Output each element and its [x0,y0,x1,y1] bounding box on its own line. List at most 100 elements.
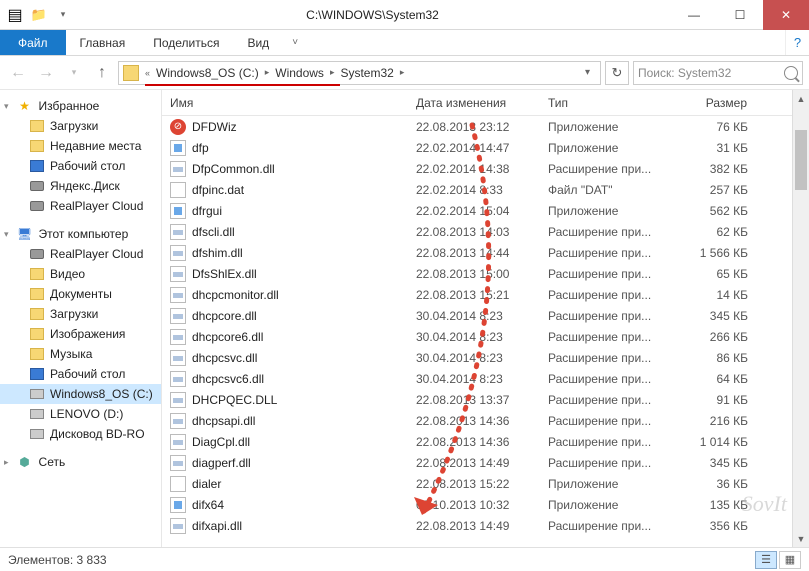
file-date: 22.08.2013 14:44 [408,246,540,260]
sidebar-computer-header[interactable]: ▾ 🖥 Этот компьютер [0,224,161,244]
file-row[interactable]: dfrgui22.02.2014 15:04Приложение562 КБ [162,200,809,221]
sidebar-item[interactable]: LENOVO (D:) [0,404,161,424]
refresh-button[interactable]: ↻ [605,61,629,85]
sidebar-item[interactable]: Яндекс.Диск [0,176,161,196]
qat-dropdown-icon[interactable]: ▾ [52,4,74,26]
file-row[interactable]: difxapi.dll22.08.2013 14:49Расширение пр… [162,515,809,536]
file-size: 135 КБ [668,498,760,512]
sidebar-network-header[interactable]: ▸ ⬢ Сеть [0,452,161,472]
file-icon [170,245,186,261]
file-name: dhcpcsvc.dll [192,351,257,365]
vertical-scrollbar[interactable]: ▲ ▼ [792,90,809,547]
scroll-down-icon[interactable]: ▼ [793,530,809,547]
file-row[interactable]: dhcpcore.dll30.04.2014 8:23Расширение пр… [162,305,809,326]
qat-properties-icon[interactable]: ▤ [4,4,26,26]
sidebar-item[interactable]: Windows8_OS (C:) [0,384,161,404]
file-row[interactable]: dhcpsapi.dll22.08.2013 14:36Расширение п… [162,410,809,431]
breadcrumb-windows[interactable]: Windows [271,66,328,80]
file-date: 22.02.2014 8:33 [408,183,540,197]
close-button[interactable]: ✕ [763,0,809,30]
sidebar-item[interactable]: Дисковод BD-RO [0,424,161,444]
file-size: 266 КБ [668,330,760,344]
file-row[interactable]: dhcpcmonitor.dll22.08.2013 15:21Расширен… [162,284,809,305]
file-size: 91 КБ [668,393,760,407]
file-icon [170,434,186,450]
file-row[interactable]: DiagCpl.dll22.08.2013 14:36Расширение пр… [162,431,809,452]
view-details-button[interactable]: ☰ [755,551,777,569]
maximize-button[interactable]: ☐ [717,0,763,30]
fold-icon [30,140,44,152]
sidebar-item[interactable]: Загрузки [0,116,161,136]
file-row[interactable]: ⊘DFDWiz22.08.2013 23:12Приложение76 КБ [162,116,809,137]
sidebar-item[interactable]: RealPlayer Cloud [0,244,161,264]
chevron-right-icon[interactable]: ▸ [263,67,272,78]
file-row[interactable]: dhcpcsvc6.dll30.04.2014 8:23Расширение п… [162,368,809,389]
scroll-up-icon[interactable]: ▲ [793,90,809,107]
file-row[interactable]: dhcpcore6.dll30.04.2014 8:23Расширение п… [162,326,809,347]
file-icon [170,392,186,408]
ribbon-tab-share[interactable]: Поделиться [139,30,233,55]
ribbon-file-tab[interactable]: Файл [0,30,66,55]
file-row[interactable]: DfpCommon.dll22.02.2014 14:38Расширение … [162,158,809,179]
sidebar-item[interactable]: Загрузки [0,304,161,324]
file-row[interactable]: dfscli.dll22.08.2013 14:03Расширение при… [162,221,809,242]
breadcrumb-system32[interactable]: System32 [336,66,397,80]
file-name: DFDWiz [192,120,237,134]
file-row[interactable]: DHCPQEC.DLL22.08.2013 13:37Расширение пр… [162,389,809,410]
file-size: 86 КБ [668,351,760,365]
file-icon [170,518,186,534]
forward-button[interactable]: → [34,61,58,85]
column-size[interactable]: Размер [668,96,760,110]
ribbon-collapse-icon[interactable]: ˅ [283,30,307,55]
sidebar-item[interactable]: RealPlayer Cloud [0,196,161,216]
sidebar-item[interactable]: Видео [0,264,161,284]
fold-icon [30,308,44,320]
file-row[interactable]: dhcpcsvc.dll30.04.2014 8:23Расширение пр… [162,347,809,368]
sidebar-item-label: LENOVO (D:) [50,407,123,421]
file-row[interactable]: dfshim.dll22.08.2013 14:44Расширение при… [162,242,809,263]
chevron-right-icon[interactable]: ▸ [328,67,337,78]
file-type: Расширение при... [540,414,668,428]
column-date[interactable]: Дата изменения [408,96,540,110]
file-row[interactable]: dfp22.02.2014 14:47Приложение31 КБ [162,137,809,158]
file-icon [170,224,186,240]
column-type[interactable]: Тип [540,96,668,110]
sidebar-item[interactable]: Музыка [0,344,161,364]
file-row[interactable]: difx6405.10.2013 10:32Приложение135 КБ [162,494,809,515]
up-button[interactable]: ↑ [90,61,114,85]
recent-dropdown-icon[interactable]: ▾ [62,61,86,85]
breadcrumb-overflow[interactable]: « [143,68,152,78]
column-name[interactable]: Имя [162,96,408,110]
file-type: Приложение [540,120,668,134]
sidebar-item[interactable]: Недавние места [0,136,161,156]
breadcrumb-dropdown-icon[interactable]: ▾ [579,67,596,78]
file-name: difxapi.dll [192,519,242,533]
file-type: Файл "DAT" [540,183,668,197]
file-row[interactable]: dfpinc.dat22.02.2014 8:33Файл "DAT"257 К… [162,179,809,200]
search-input[interactable]: Поиск: System32 [633,61,803,85]
qat-newfolder-icon[interactable]: 📁 [28,4,50,26]
file-row[interactable]: diagperf.dll22.08.2013 14:49Расширение п… [162,452,809,473]
view-thumbnails-button[interactable]: ▦ [779,551,801,569]
file-date: 22.08.2013 14:03 [408,225,540,239]
sidebar-item[interactable]: Рабочий стол [0,364,161,384]
scroll-thumb[interactable] [795,130,807,190]
file-row[interactable]: dialer22.08.2013 15:22Приложение36 КБ [162,473,809,494]
ribbon-tab-view[interactable]: Вид [233,30,283,55]
sidebar-favorites-header[interactable]: ▾ ★ Избранное [0,96,161,116]
ribbon-tab-home[interactable]: Главная [66,30,140,55]
chevron-right-icon[interactable]: ▸ [398,67,407,78]
sidebar-item[interactable]: Рабочий стол [0,156,161,176]
breadcrumb[interactable]: « Windows8_OS (C:) ▸ Windows ▸ System32 … [118,61,601,85]
back-button[interactable]: ← [6,61,30,85]
help-icon[interactable]: ? [785,30,809,55]
file-icon [170,308,186,324]
sidebar-item[interactable]: Изображения [0,324,161,344]
breadcrumb-drive[interactable]: Windows8_OS (C:) [152,66,263,80]
file-row[interactable]: DfsShlEx.dll22.08.2013 15:00Расширение п… [162,263,809,284]
file-icon [170,371,186,387]
file-name: dialer [192,477,221,491]
sidebar-item[interactable]: Документы [0,284,161,304]
minimize-button[interactable]: — [671,0,717,30]
sidebar-item-label: Музыка [50,347,92,361]
